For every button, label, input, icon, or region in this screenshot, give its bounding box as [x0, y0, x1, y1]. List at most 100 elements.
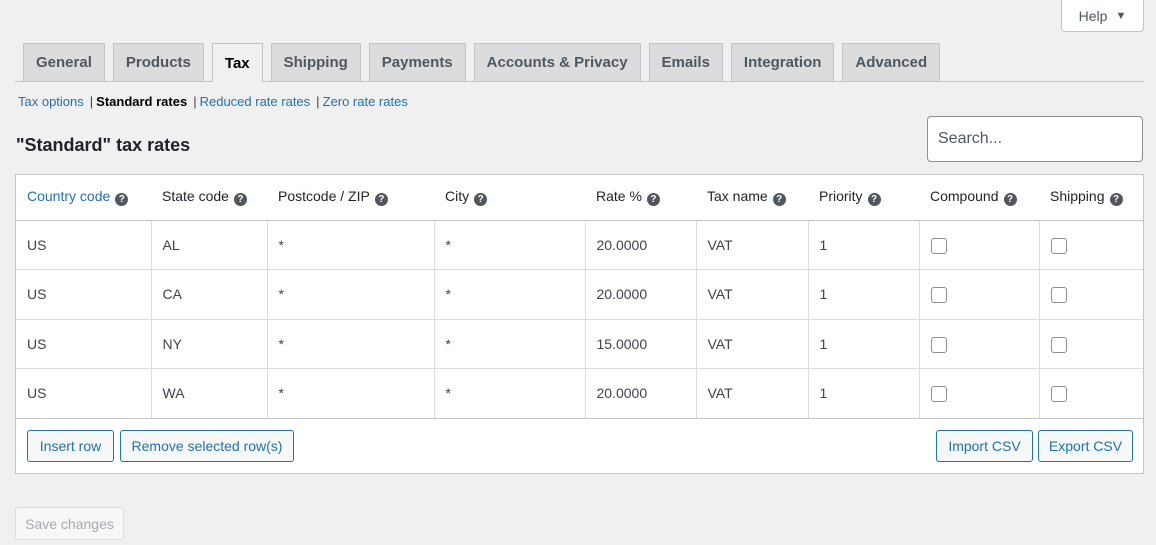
tax-rates-table: Country code? State code? Postcode / ZIP… [16, 175, 1143, 419]
export-csv-button[interactable]: Export CSV [1038, 430, 1133, 462]
rate-cell[interactable]: 20.0000 [585, 368, 697, 419]
column-header-shipping: Shipping? [1039, 175, 1143, 221]
rate-cell[interactable]: 20.0000 [585, 220, 697, 270]
country-code-cell[interactable]: US [16, 269, 152, 320]
shipping-checkbox[interactable] [1050, 386, 1067, 403]
help-icon[interactable]: ? [772, 193, 786, 207]
compound-cell [919, 319, 1040, 369]
shipping-checkbox[interactable] [1050, 287, 1067, 304]
compound-checkbox[interactable] [930, 386, 947, 403]
column-label: Shipping [1050, 188, 1105, 205]
postcode-cell[interactable]: * [267, 269, 435, 320]
shipping-cell [1039, 269, 1143, 320]
shipping-cell [1039, 220, 1143, 270]
compound-cell [919, 269, 1040, 320]
insert-row-button[interactable]: Insert row [27, 430, 114, 462]
help-icon[interactable]: ? [867, 193, 881, 207]
column-label: Rate % [596, 188, 642, 205]
column-label: Priority [819, 188, 863, 205]
city-cell[interactable]: * [434, 269, 586, 320]
column-header-state-code: State code? [151, 175, 267, 221]
shipping-checkbox[interactable] [1050, 237, 1067, 254]
compound-checkbox[interactable] [930, 336, 947, 353]
state-code-cell[interactable]: NY [151, 319, 268, 369]
country-code-cell[interactable]: US [16, 368, 152, 419]
priority-cell[interactable]: 1 [808, 368, 920, 419]
tab-payments[interactable]: Payments [368, 43, 466, 81]
tax-name-cell[interactable]: VAT [696, 269, 809, 320]
column-header-priority: Priority? [808, 175, 919, 221]
compound-checkbox[interactable] [930, 287, 947, 304]
city-cell[interactable]: * [434, 220, 586, 270]
subnav-separator: | [316, 94, 320, 109]
help-button-label: Help [1078, 7, 1108, 24]
help-icon[interactable]: ? [233, 193, 247, 207]
tax-name-cell[interactable]: VAT [696, 319, 809, 369]
column-header-city: City? [434, 175, 585, 221]
compound-checkbox[interactable] [930, 237, 947, 254]
help-icon[interactable]: ? [115, 193, 129, 207]
tax-name-cell[interactable]: VAT [696, 368, 809, 419]
table-header-row: Country code? State code? Postcode / ZIP… [16, 175, 1143, 221]
help-icon[interactable]: ? [1109, 193, 1123, 207]
postcode-cell[interactable]: * [267, 220, 435, 270]
postcode-cell[interactable]: * [267, 368, 435, 419]
subnav-reduced-rate-rates[interactable]: Reduced rate rates [200, 94, 311, 109]
country-code-cell[interactable]: US [16, 220, 152, 270]
subnav-separator: | [89, 94, 94, 109]
compound-cell [919, 220, 1040, 270]
table-row: US WA * * 20.0000 VAT 1 [16, 368, 1143, 419]
help-icon[interactable]: ? [1003, 193, 1017, 207]
shipping-cell [1039, 319, 1143, 369]
postcode-cell[interactable]: * [267, 319, 435, 369]
state-code-cell[interactable]: CA [151, 269, 268, 320]
subnav-separator: | [193, 94, 197, 109]
shipping-checkbox[interactable] [1050, 336, 1067, 353]
tab-tax[interactable]: Tax [211, 43, 263, 82]
country-code-cell[interactable]: US [16, 319, 152, 369]
column-label: Compound [930, 188, 999, 205]
tax-name-cell[interactable]: VAT [696, 220, 809, 270]
column-header-rate: Rate %? [585, 175, 696, 221]
column-header-country-code[interactable]: Country code? [16, 175, 151, 221]
priority-cell[interactable]: 1 [808, 269, 920, 320]
tab-emails[interactable]: Emails [648, 43, 723, 81]
tab-shipping[interactable]: Shipping [270, 43, 361, 81]
rate-cell[interactable]: 20.0000 [585, 269, 697, 320]
tax-section-nav: Tax options | Standard rates | Reduced r… [18, 94, 408, 109]
column-header-postcode: Postcode / ZIP? [267, 175, 434, 221]
rate-cell[interactable]: 15.0000 [585, 319, 697, 369]
table-row: US AL * * 20.0000 VAT 1 [16, 220, 1143, 270]
city-cell[interactable]: * [434, 319, 586, 369]
column-label: City [445, 188, 470, 205]
subnav-tax-options[interactable]: Tax options [18, 94, 84, 109]
help-icon[interactable]: ? [474, 193, 488, 207]
table-row: US CA * * 20.0000 VAT 1 [16, 269, 1143, 320]
column-label: Tax name [707, 188, 768, 205]
tab-general[interactable]: General [23, 43, 105, 81]
tab-integration[interactable]: Integration [730, 43, 835, 81]
state-code-cell[interactable]: AL [151, 220, 268, 270]
import-csv-button[interactable]: Import CSV [936, 430, 1033, 462]
page-title: "Standard" tax rates [16, 135, 191, 155]
tab-accounts-privacy[interactable]: Accounts & Privacy [473, 43, 641, 81]
remove-rows-button[interactable]: Remove selected row(s) [120, 430, 294, 462]
help-icon[interactable]: ? [646, 193, 660, 207]
shipping-cell [1039, 368, 1143, 419]
help-icon[interactable]: ? [374, 193, 388, 207]
table-row: US NY * * 15.0000 VAT 1 [16, 319, 1143, 369]
search-input[interactable] [927, 116, 1143, 162]
tab-advanced[interactable]: Advanced [842, 43, 941, 81]
city-cell[interactable]: * [434, 368, 586, 419]
state-code-cell[interactable]: WA [151, 368, 268, 419]
column-label: Postcode / ZIP [278, 188, 370, 205]
save-changes-button[interactable]: Save changes [15, 507, 124, 540]
priority-cell[interactable]: 1 [808, 319, 920, 369]
compound-cell [919, 368, 1040, 419]
subnav-zero-rate-rates[interactable]: Zero rate rates [323, 94, 408, 109]
tab-products[interactable]: Products [112, 43, 204, 81]
help-button[interactable]: Help ▼ [1061, 0, 1144, 32]
column-label: Country code [27, 188, 111, 205]
priority-cell[interactable]: 1 [808, 220, 920, 270]
column-header-tax-name: Tax name? [696, 175, 808, 221]
